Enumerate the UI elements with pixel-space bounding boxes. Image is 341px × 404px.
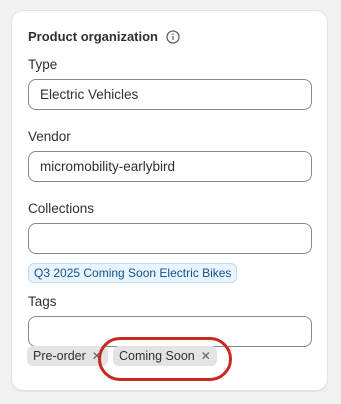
- collections-field[interactable]: [28, 223, 312, 254]
- tag-pre-order: Pre-order ✕: [27, 346, 108, 366]
- type-field[interactable]: Electric Vehicles: [28, 79, 312, 110]
- tag-coming-soon: Coming Soon ✕: [113, 346, 217, 366]
- vendor-label: Vendor: [28, 129, 71, 144]
- collection-chip-label: Q3 2025 Coming Soon Electric Bikes: [34, 266, 232, 280]
- tags-field[interactable]: [28, 316, 312, 347]
- tags-label: Tags: [28, 294, 57, 309]
- close-icon[interactable]: ✕: [92, 350, 102, 362]
- collections-label: Collections: [28, 201, 95, 216]
- type-value: Electric Vehicles: [40, 87, 139, 102]
- tag-label: Pre-order: [33, 349, 86, 363]
- close-icon[interactable]: ✕: [201, 350, 211, 362]
- info-circle-icon[interactable]: [166, 29, 180, 44]
- collection-chip[interactable]: Q3 2025 Coming Soon Electric Bikes: [28, 263, 238, 283]
- section-header: Product organization: [28, 29, 180, 44]
- type-label: Type: [28, 57, 58, 72]
- product-organization-card: Product organization Type Electric Vehic…: [11, 10, 328, 391]
- tag-label: Coming Soon: [119, 349, 195, 363]
- vendor-value: micromobility-earlybird: [40, 159, 176, 174]
- vendor-field[interactable]: micromobility-earlybird: [28, 151, 312, 182]
- section-title: Product organization: [28, 29, 158, 44]
